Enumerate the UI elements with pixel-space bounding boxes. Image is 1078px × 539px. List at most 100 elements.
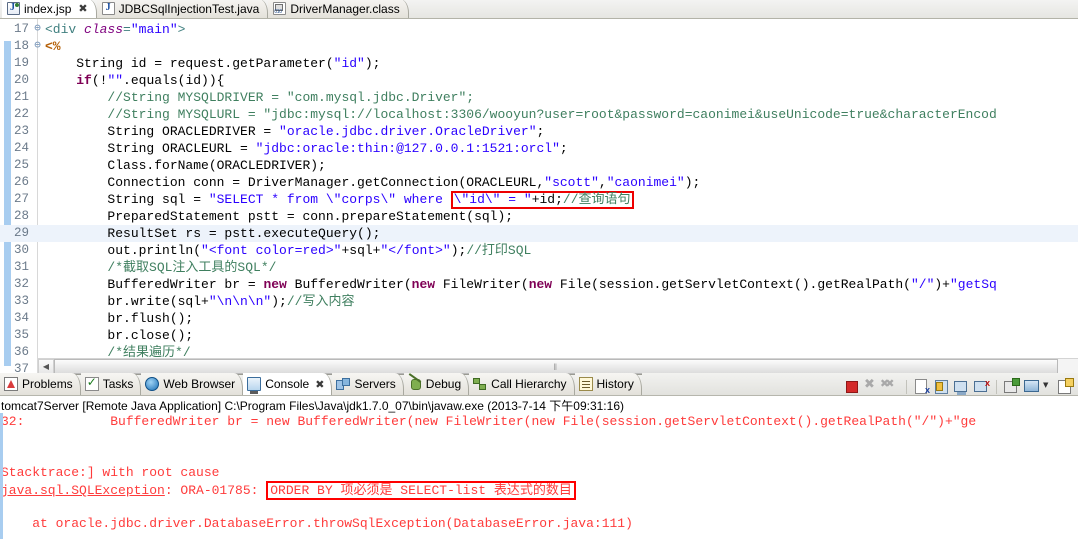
code-line[interactable]: 34 br.flush(); [0, 310, 1078, 327]
code-text: String sql = "SELECT * from \"corps\" wh… [43, 190, 634, 209]
code-line[interactable]: 30 out.println("<font color=red>"+sql+"<… [0, 242, 1078, 259]
tab-label: Tasks [102, 377, 134, 391]
pin-console-icon[interactable] [1003, 378, 1020, 395]
line-number: 30 [13, 243, 29, 257]
line-number: 27 [13, 192, 29, 206]
code-line[interactable]: 20 if(!"".equals(id)){ [0, 72, 1078, 89]
debug-icon [408, 377, 422, 391]
open-console-icon[interactable] [1057, 378, 1074, 395]
code-line[interactable]: 31 /*截取SQL注入工具的SQL*/ [0, 259, 1078, 276]
line-number: 31 [13, 260, 29, 274]
clear-console-icon[interactable] [913, 378, 930, 395]
tab-debug[interactable]: Debug [403, 373, 470, 395]
line-number: 20 [13, 73, 29, 87]
code-line[interactable]: 22 //String MYSQLURL = "jdbc:mysql://loc… [0, 106, 1078, 123]
line-number: 36 [13, 345, 29, 359]
console-line: 32: BufferedWriter br = new BufferedWrit… [1, 414, 977, 429]
code-text: out.println("<font color=red>"+sql+"</fo… [45, 243, 532, 258]
code-text: br.write(sql+"\n\n\n");//写入内容 [45, 294, 355, 309]
code-line[interactable]: 25 Class.forName(ORACLEDRIVER); [0, 157, 1078, 174]
bottom-view-tab-bar: Problems Tasks Web Browser Console ✖ Ser… [0, 373, 1078, 396]
close-icon[interactable]: ✖ [315, 378, 324, 391]
exception-class-link[interactable]: java.sql.SQLException [1, 483, 165, 498]
console-line: Stacktrace:] with root cause [1, 465, 220, 480]
tab-problems[interactable]: Problems [0, 373, 81, 395]
code-line-current[interactable]: 29 ResultSet rs = pstt.executeQuery(); [0, 225, 1078, 242]
tab-servers[interactable]: Servers [332, 373, 404, 395]
show-console-on-output-icon[interactable] [953, 378, 970, 395]
code-line[interactable]: 21 //String MYSQLDRIVER = "com.mysql.jdb… [0, 89, 1078, 106]
class-file-icon [273, 2, 287, 15]
editor-tab-index-jsp[interactable]: index.jsp ✖ [2, 0, 97, 18]
bottom-panel: Problems Tasks Web Browser Console ✖ Ser… [0, 373, 1078, 539]
scroll-lock-icon[interactable] [933, 378, 950, 395]
code-line-27[interactable]: 27 String sql = "SELECT * from \"corps\"… [0, 190, 1078, 209]
eclipse-ide-window: index.jsp ✖ JDBCSqlInjectionTest.java Dr… [0, 0, 1078, 539]
code-text: PreparedStatement pstt = conn.prepareSta… [45, 209, 514, 224]
code-line[interactable]: 32 BufferedWriter br = new BufferedWrite… [0, 276, 1078, 293]
line-number: 26 [13, 175, 29, 189]
code-line[interactable]: 23 String ORACLEDRIVER = "oracle.jdbc.dr… [0, 123, 1078, 140]
code-line[interactable]: 28 PreparedStatement pstt = conn.prepare… [0, 208, 1078, 225]
editor-horizontal-scrollbar[interactable]: ◀ ‖ [38, 358, 1078, 374]
console-toolbar [843, 377, 1074, 396]
scroll-thumb[interactable]: ‖ [54, 359, 1058, 374]
terminate-icon[interactable] [843, 378, 860, 395]
console-line: at oracle.jdbc.driver.DatabaseError.thro… [1, 516, 633, 531]
fold-toggle-icon[interactable]: ⊖ [32, 21, 43, 38]
line-number: 28 [13, 209, 29, 223]
tab-label: Servers [354, 377, 396, 391]
remove-all-terminated-icon[interactable] [880, 377, 900, 395]
tab-bar-filler [408, 0, 1078, 18]
line-number: 29 [13, 226, 29, 240]
code-text: Class.forName(ORACLEDRIVER); [45, 158, 326, 173]
line-number: 23 [13, 124, 29, 138]
tasks-icon [84, 375, 99, 391]
tab-label: Debug [425, 377, 462, 391]
display-console-dropdown-icon[interactable] [1043, 378, 1054, 395]
remove-launch-icon[interactable] [863, 377, 880, 395]
history-icon [578, 377, 593, 391]
tab-call-hierarchy[interactable]: Call Hierarchy [469, 373, 575, 395]
editor-tab-bar: index.jsp ✖ JDBCSqlInjectionTest.java Dr… [0, 0, 1078, 19]
code-line[interactable]: 33 br.write(sql+"\n\n\n");//写入内容 [0, 293, 1078, 310]
editor-tab-jdbcsqlinjectiontest-java[interactable]: JDBCSqlInjectionTest.java [96, 0, 269, 18]
close-icon[interactable]: ✖ [78, 2, 87, 15]
code-line[interactable]: 35 br.close(); [0, 327, 1078, 344]
toolbar-separator [996, 379, 997, 394]
scroll-grip-icon: ‖ [553, 361, 559, 372]
code-line[interactable]: 26 Connection conn = DriverManager.getCo… [0, 174, 1078, 191]
tab-tasks[interactable]: Tasks [80, 373, 142, 395]
code-line[interactable]: 18 ⊖ <% [0, 38, 1078, 55]
editor-tab-label: JDBCSqlInjectionTest.java [118, 1, 260, 16]
jsp-file-icon [7, 2, 20, 15]
scroll-track[interactable]: ‖ [54, 359, 1078, 374]
code-text: String id = request.getParameter("id"); [45, 56, 381, 71]
scroll-left-arrow-icon[interactable]: ◀ [38, 359, 54, 374]
console-process-header: tomcat7Server [Remote Java Application] … [0, 396, 1078, 413]
call-hierarchy-icon [473, 377, 487, 391]
code-text: if(!"".equals(id)){ [76, 73, 225, 88]
show-console-on-error-icon[interactable] [973, 378, 990, 395]
line-number: 18 [13, 39, 29, 53]
editor-tab-drivermanager-class[interactable]: DriverManager.class [268, 0, 409, 18]
tab-label: Call Hierarchy [491, 377, 567, 391]
code-editor[interactable]: 17 ⊖ <div class="main"> 18 ⊖ <% 19 Strin… [0, 19, 1078, 374]
code-text: ResultSet rs = pstt.executeQuery(); [45, 226, 381, 241]
console-output[interactable]: 32: BufferedWriter br = new BufferedWrit… [0, 413, 1078, 539]
line-number: 24 [13, 141, 29, 155]
fold-toggle-icon[interactable]: ⊖ [32, 38, 43, 55]
code-line[interactable]: 24 String ORACLEURL = "jdbc:oracle:thin:… [0, 140, 1078, 157]
console-left-indicator [0, 413, 3, 539]
code-line[interactable]: 19 String id = request.getParameter("id"… [0, 55, 1078, 72]
code-text: <% [45, 39, 61, 54]
code-line[interactable]: 17 ⊖ <div class="main"> [0, 21, 1078, 38]
tab-console[interactable]: Console ✖ [243, 373, 333, 395]
display-selected-console-icon[interactable] [1023, 378, 1040, 395]
line-number: 32 [13, 277, 29, 291]
tab-web-browser[interactable]: Web Browser [141, 373, 244, 395]
tab-history[interactable]: History [574, 373, 642, 395]
